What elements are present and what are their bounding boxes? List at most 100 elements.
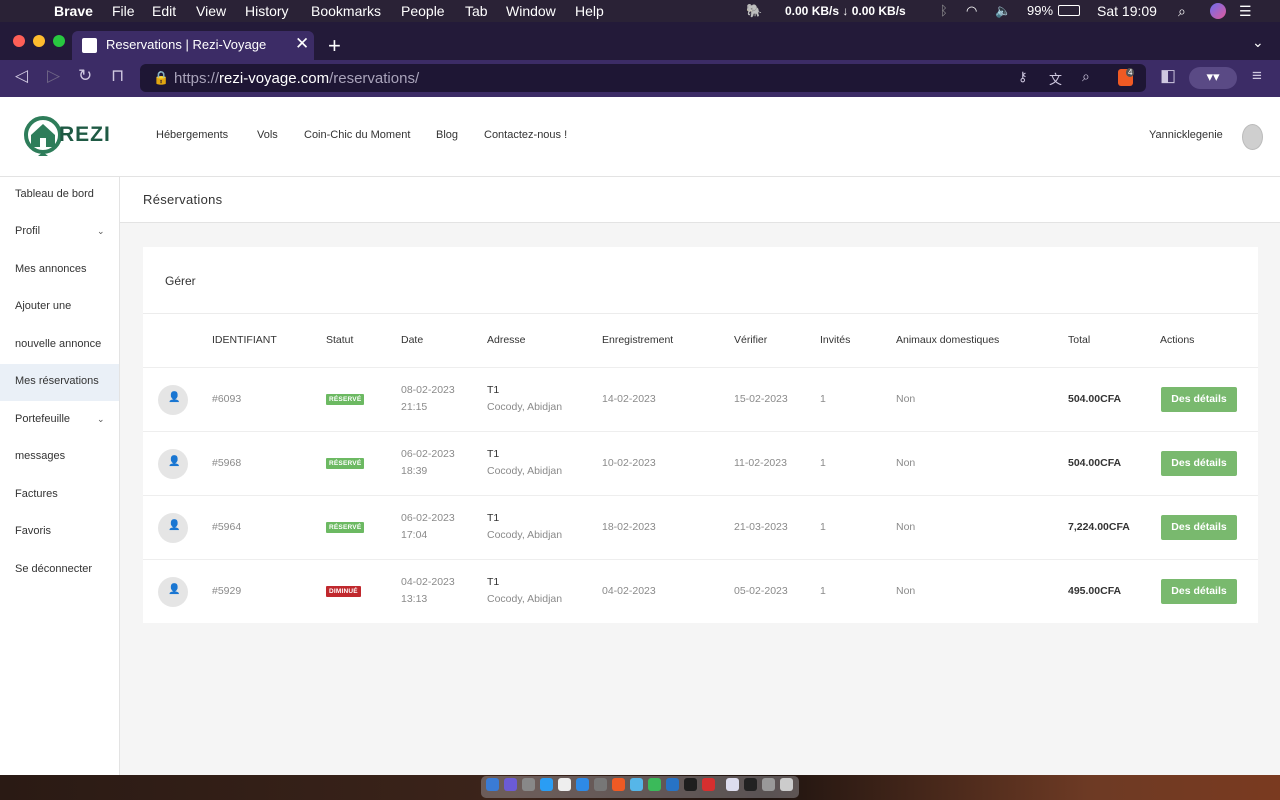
translate-icon[interactable]: 文 [1049, 69, 1062, 88]
details-button[interactable]: Des détails [1161, 579, 1237, 604]
checkin-date: 14-02-2023 [602, 393, 656, 405]
browser-menu-icon[interactable]: ≡ [1252, 66, 1262, 86]
menu-edit[interactable]: Edit [152, 3, 176, 19]
window-close-button[interactable] [13, 35, 25, 47]
wifi-icon[interactable]: ◠ [966, 3, 977, 19]
screen-icon[interactable] [744, 778, 757, 791]
whatsapp-icon[interactable] [648, 778, 661, 791]
sidebar-item-messages[interactable]: messages [0, 439, 119, 476]
pets-value: Non [896, 585, 916, 597]
nav-contact[interactable]: Contactez-nous ! [484, 129, 567, 141]
url-text[interactable]: https://rezi-voyage.com/reservations/ [174, 70, 419, 87]
preview-icon[interactable] [726, 778, 739, 791]
sidebar-item-logout[interactable]: Se déconnecter [0, 552, 119, 589]
network-speed: 0.00 KB/s ↓ 0.00 KB/s [785, 4, 906, 18]
siri-dock-icon[interactable] [504, 778, 517, 791]
total-amount: 495.00CFA [1068, 585, 1122, 597]
menu-bookmarks[interactable]: Bookmarks [311, 3, 381, 19]
user-name[interactable]: Yannicklegenie [1149, 129, 1223, 141]
details-button[interactable]: Des détails [1161, 387, 1237, 412]
reservation-id: #5929 [212, 585, 242, 597]
forward-icon[interactable]: ▷ [47, 66, 60, 86]
column-header-total: Total [1068, 334, 1091, 346]
spotlight-icon[interactable]: ⌕ [1178, 3, 1186, 20]
lock-icon[interactable]: 🔒 [153, 70, 169, 86]
siri-icon[interactable] [1210, 3, 1226, 19]
bookmark-icon[interactable]: ⊓ [111, 66, 124, 86]
menu-file[interactable]: File [112, 3, 135, 19]
window-minimize-button[interactable] [33, 35, 45, 47]
sidebar-item-my-listings[interactable]: Mes annonces [0, 252, 119, 289]
menu-help[interactable]: Help [575, 3, 604, 19]
menu-people[interactable]: People [401, 3, 445, 19]
sidebar-item-wallet[interactable]: Portefeuille ⌄ [0, 402, 119, 439]
active-tab[interactable]: Reservations | Rezi-Voyage ✕ [72, 31, 314, 60]
site-logo[interactable]: REZI [23, 115, 110, 157]
booking-date: 06-02-2023 [401, 512, 455, 524]
guests-count: 1 [820, 585, 826, 597]
menu-view[interactable]: View [196, 3, 226, 19]
menubar-clock[interactable]: Sat 19:09 [1097, 3, 1157, 19]
nav-vols[interactable]: Vols [257, 129, 278, 141]
window-zoom-button[interactable] [53, 35, 65, 47]
sidebar-item-invoices[interactable]: Factures [0, 477, 119, 514]
app-icon[interactable] [630, 778, 643, 791]
zoom-icon[interactable]: ⌕ [1082, 68, 1090, 85]
notification-center-icon[interactable]: ☰ [1239, 3, 1252, 20]
system-preferences-icon[interactable] [594, 778, 607, 791]
sidebar-item-dashboard[interactable]: Tableau de bord [0, 177, 119, 214]
status-badge: RÉSERVÉ [326, 394, 365, 405]
menu-tab[interactable]: Tab [465, 3, 488, 19]
app-store-icon[interactable] [576, 778, 589, 791]
elephant-icon[interactable]: 🐘 [746, 3, 762, 19]
anydesk-icon[interactable] [702, 778, 715, 791]
key-icon[interactable]: ⚷ [1018, 69, 1028, 85]
reservation-id: #6093 [212, 393, 242, 405]
guest-avatar-icon: 👤 [158, 577, 188, 607]
address-bar[interactable]: 🔒 https://rezi-voyage.com/reservations/ … [140, 64, 1146, 92]
nav-hebergements[interactable]: Hébergements [156, 129, 228, 141]
trash-icon[interactable] [780, 778, 793, 791]
battery-percent: 99% [1027, 3, 1054, 18]
nav-coin-chic[interactable]: Coin-Chic du Moment [304, 129, 410, 141]
user-avatar[interactable] [1242, 124, 1263, 150]
bluetooth-icon[interactable]: ᛒ [940, 3, 948, 18]
sidebar-item-add-listing[interactable]: Ajouter une [0, 289, 119, 326]
details-button[interactable]: Des détails [1161, 451, 1237, 476]
launchpad-icon[interactable] [522, 778, 535, 791]
chevron-down-icon: ⌄ [97, 226, 105, 236]
downloads-icon[interactable] [762, 778, 775, 791]
sidebar-item-add-listing-cont[interactable]: nouvelle annonce [0, 327, 119, 364]
calendar-icon[interactable] [558, 778, 571, 791]
macos-menubar: Brave File Edit View History Bookmarks P… [0, 0, 1280, 22]
guest-avatar-icon: 👤 [158, 513, 188, 543]
guest-avatar-icon: 👤 [158, 449, 188, 479]
finder-icon[interactable] [486, 778, 499, 791]
brave-icon[interactable] [612, 778, 625, 791]
menu-history[interactable]: History [245, 3, 289, 19]
tab-menu-chevron-icon[interactable]: ⌄ [1252, 34, 1264, 51]
vscode-icon[interactable] [666, 778, 679, 791]
sidebar-toggle-icon[interactable]: ◧ [1160, 66, 1176, 86]
menu-app-name[interactable]: Brave [54, 3, 93, 19]
address-line2: Cocody, Abidjan [487, 593, 563, 605]
sidebar-item-my-reservations[interactable]: Mes réservations [0, 364, 119, 401]
details-button[interactable]: Des détails [1161, 515, 1237, 540]
back-icon[interactable]: ◁ [15, 66, 28, 86]
new-tab-icon[interactable]: + [328, 33, 341, 59]
reload-icon[interactable]: ↻ [78, 66, 92, 86]
sidebar-item-profile[interactable]: Profil ⌄ [0, 214, 119, 251]
tab-close-icon[interactable]: ✕ [295, 34, 309, 54]
pets-value: Non [896, 393, 916, 405]
nav-blog[interactable]: Blog [436, 129, 458, 141]
page-subheader: Réservations [120, 177, 1280, 223]
battery-icon[interactable] [1058, 5, 1080, 16]
volume-icon[interactable]: 🔈 [995, 3, 1011, 19]
private-glasses-icon[interactable]: ▾▾ [1189, 67, 1237, 89]
safari-icon[interactable] [540, 778, 553, 791]
menu-window[interactable]: Window [506, 3, 556, 19]
sidebar-item-favorites[interactable]: Favoris [0, 514, 119, 551]
status-badge: RÉSERVÉ [326, 522, 365, 533]
terminal-icon[interactable] [684, 778, 697, 791]
total-amount: 504.00CFA [1068, 457, 1122, 469]
